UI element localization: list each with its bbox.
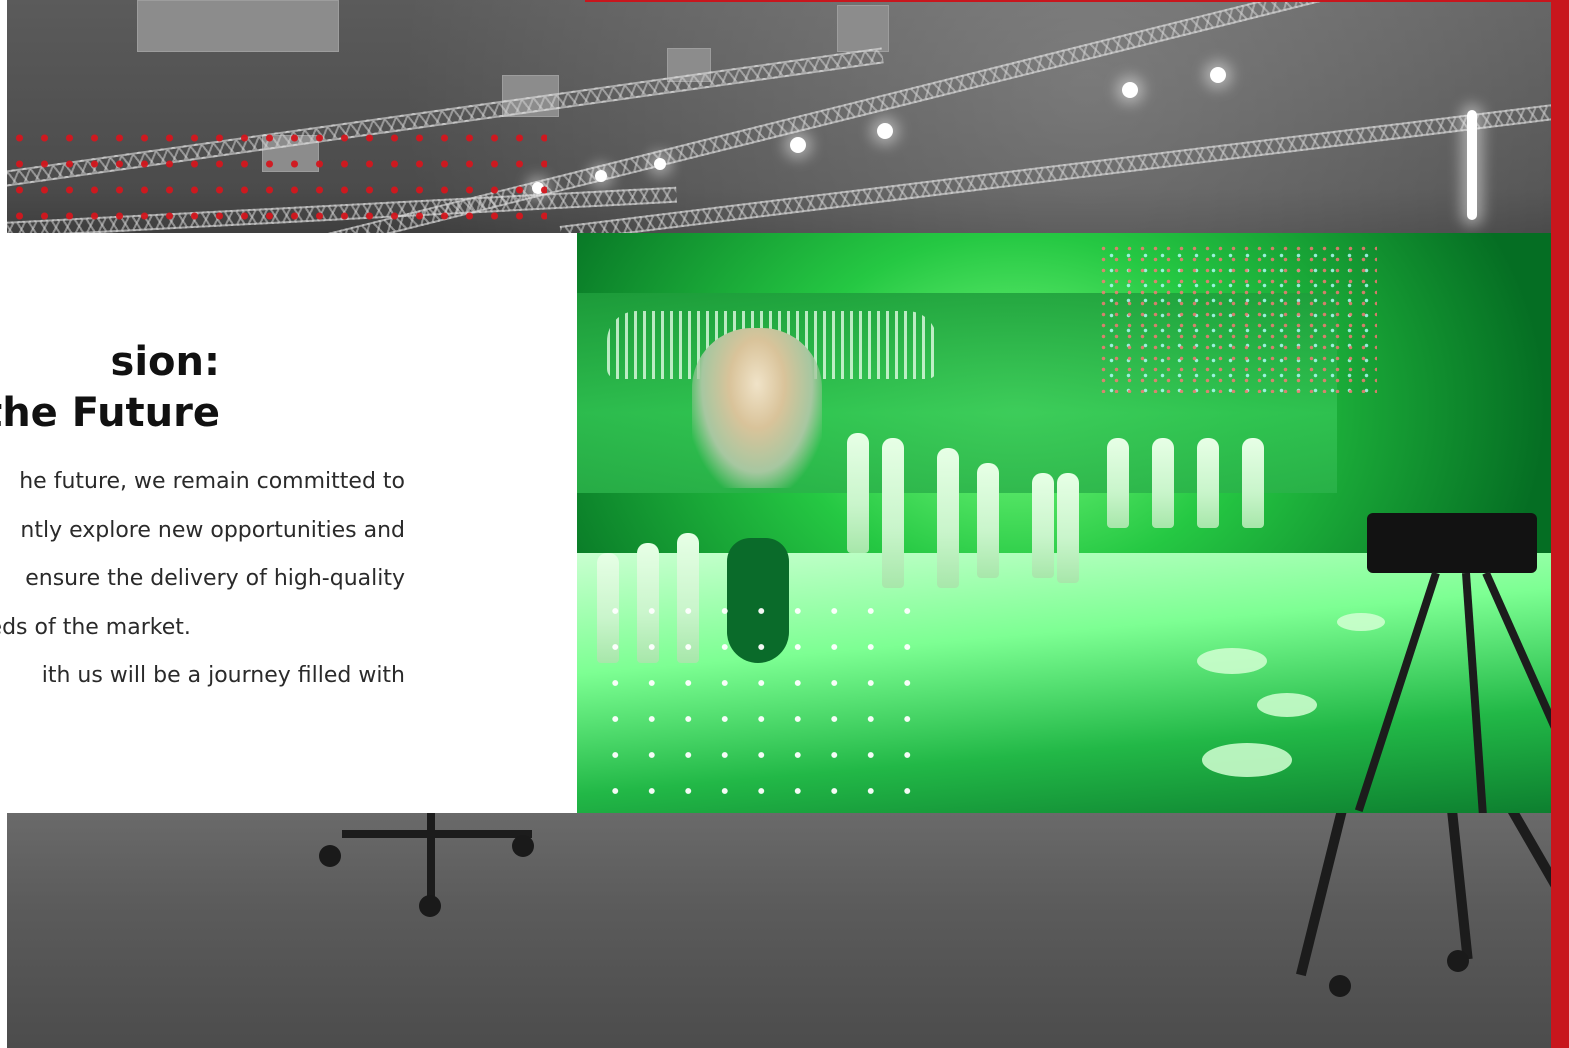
vision-card: sion: the Future he future, we remain co… [0, 233, 577, 813]
page: sion: the Future he future, we remain co… [0, 0, 1569, 1048]
broadcast-camera [1354, 483, 1551, 813]
performer [1197, 438, 1219, 528]
floor-spotlight [1197, 648, 1267, 674]
vision-heading-line-2: the Future [0, 390, 220, 436]
stage-light [595, 170, 607, 182]
performer [1032, 473, 1054, 578]
tripod-leg [1462, 572, 1488, 813]
vision-body-line: ntly explore new opportunities and [20, 517, 405, 543]
performer [1152, 438, 1174, 528]
tripod-leg [1482, 571, 1551, 804]
camera-body [1367, 513, 1537, 573]
lighting-truss [559, 104, 1551, 242]
floor-spotlight [1257, 693, 1317, 717]
vision-heading: sion: the Future [0, 337, 220, 439]
vision-body-line: he future, we remain committed to [19, 469, 405, 494]
stage-light [877, 123, 893, 139]
right-accent-strip [1551, 0, 1569, 1048]
performer [882, 438, 904, 588]
ceiling-panel [137, 0, 339, 52]
performer [1107, 438, 1129, 528]
red-dot-pattern [7, 125, 547, 230]
stage-light [790, 137, 806, 153]
vision-body-line: ith us will be a journey filled with [41, 663, 405, 688]
fireworks [1097, 243, 1377, 393]
studio-floor [7, 812, 1551, 1048]
stand-wheel [319, 845, 341, 867]
performer [977, 463, 999, 578]
performer [847, 433, 869, 553]
feature-photo [577, 233, 1551, 813]
screen-portrait [692, 328, 822, 488]
vision-body: he future, we remain committed to ntly e… [0, 458, 405, 701]
light-beam [1467, 110, 1477, 220]
stage-light [1122, 82, 1138, 98]
stand-wheel [419, 895, 441, 917]
stage-light [654, 158, 666, 170]
performer [1242, 438, 1264, 528]
stand-wheel [512, 835, 534, 857]
floor-spotlight [1202, 743, 1292, 777]
tripod-wheel [1447, 950, 1469, 972]
vision-body-line: eeds of the market. [0, 614, 191, 640]
performer [937, 448, 959, 588]
tripod-leg [1354, 571, 1440, 813]
vision-body-line: ensure the delivery of high-quality [25, 566, 405, 591]
performer [1057, 473, 1079, 583]
top-accent-line [585, 0, 1569, 2]
white-dot-pattern [597, 593, 927, 813]
light-stand-base [342, 830, 532, 838]
stage-light [1210, 67, 1226, 83]
vision-heading-line-1: sion: [110, 339, 220, 385]
ceiling-speaker [837, 5, 889, 52]
tripod-wheel [1329, 975, 1351, 997]
